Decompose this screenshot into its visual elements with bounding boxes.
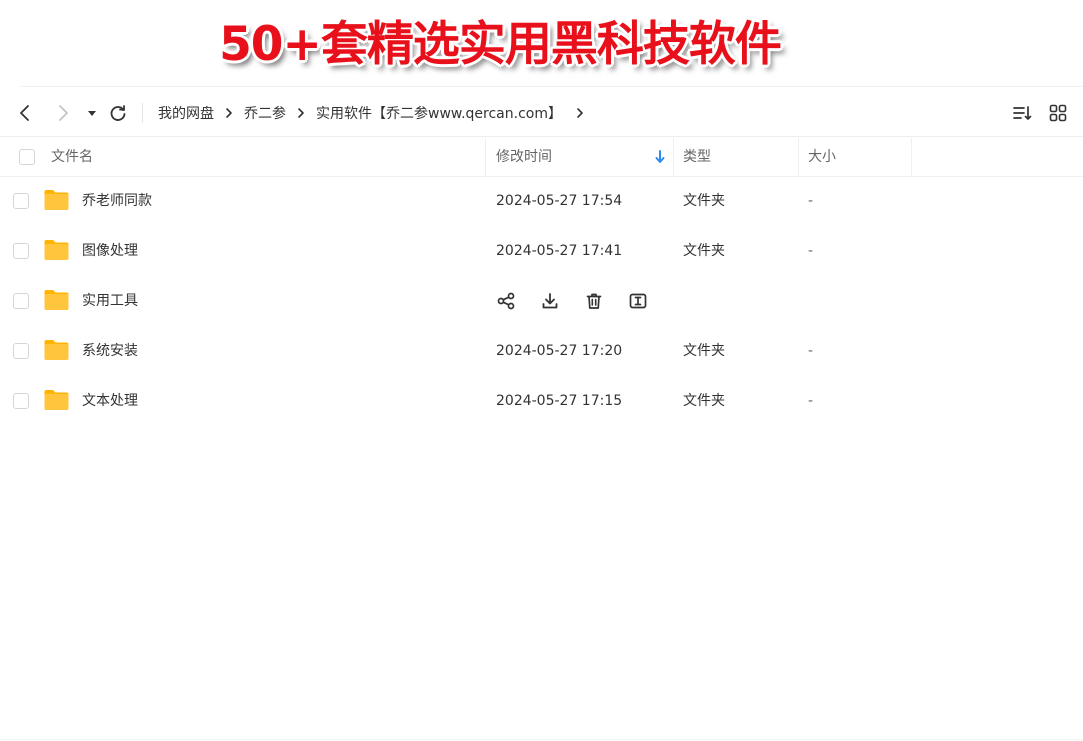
chevron-left-icon (20, 105, 29, 121)
table-row[interactable]: 乔老师同款 2024-05-27 17:54 文件夹 - (0, 176, 1083, 226)
breadcrumb-item-current-folder[interactable]: 实用软件【乔二参www.qercan.com】 (316, 103, 562, 123)
column-divider (485, 138, 486, 176)
refresh-icon (110, 105, 126, 121)
caret-down-icon (88, 111, 96, 116)
row-actions (496, 291, 648, 311)
select-all-checkbox[interactable] (19, 149, 35, 165)
breadcrumb: 我的网盘 乔二参 实用软件【乔二参www.qercan.com】 (158, 90, 595, 136)
history-dropdown-button[interactable] (84, 102, 100, 124)
file-name[interactable]: 实用工具 (82, 276, 138, 326)
table-row[interactable]: 系统安装 2024-05-27 17:20 文件夹 - (0, 326, 1083, 376)
table-row[interactable]: 实用工具 (0, 276, 1083, 326)
column-divider (673, 138, 674, 176)
sort-button[interactable] (1011, 102, 1033, 124)
file-name[interactable]: 系统安装 (82, 326, 138, 376)
chevron-right-icon (223, 106, 235, 120)
top-divider (20, 86, 1083, 87)
folder-icon (43, 388, 70, 412)
grid-view-button[interactable] (1047, 102, 1069, 124)
folder-icon (43, 338, 70, 362)
column-header-name[interactable]: 文件名 (51, 138, 93, 176)
folder-icon (43, 238, 70, 262)
chevron-right-icon (295, 106, 307, 120)
breadcrumb-item-user[interactable]: 乔二参 (244, 103, 286, 123)
folder-icon (43, 188, 70, 212)
file-type: 文件夹 (683, 193, 725, 209)
share-icon (496, 292, 516, 315)
back-button[interactable] (14, 102, 36, 124)
file-type: 文件夹 (683, 393, 725, 409)
column-header-size[interactable]: 大小 (808, 138, 836, 176)
table-header: 文件名 修改时间 类型 大小 (0, 138, 1083, 177)
breadcrumb-item-my-drive[interactable]: 我的网盘 (158, 103, 214, 123)
table-row[interactable]: 图像处理 2024-05-27 17:41 文件夹 - (0, 226, 1083, 276)
delete-icon (584, 293, 604, 315)
file-name[interactable]: 乔老师同款 (82, 176, 152, 226)
view-options (1011, 102, 1069, 124)
column-divider (798, 138, 799, 176)
modified-time: 2024-05-27 17:20 (496, 343, 623, 359)
download-icon (540, 293, 560, 315)
download-button[interactable] (540, 291, 560, 311)
row-checkbox[interactable] (13, 393, 29, 409)
row-checkbox[interactable] (13, 243, 29, 259)
row-checkbox[interactable] (13, 193, 29, 209)
table-row[interactable]: 文本处理 2024-05-27 17:15 文件夹 - (0, 376, 1083, 426)
row-checkbox[interactable] (13, 293, 29, 309)
file-name[interactable]: 文本处理 (82, 376, 138, 426)
file-type: 文件夹 (683, 343, 725, 359)
chevron-right-icon (59, 105, 68, 121)
refresh-button[interactable] (107, 102, 129, 124)
chevron-right-icon[interactable] (574, 106, 586, 120)
file-size: - (808, 343, 814, 359)
sort-list-icon (1013, 106, 1032, 120)
modified-time: 2024-05-27 17:15 (496, 393, 623, 409)
row-checkbox[interactable] (13, 343, 29, 359)
column-header-type[interactable]: 类型 (683, 138, 711, 176)
forward-button[interactable] (52, 102, 74, 124)
delete-button[interactable] (584, 291, 604, 311)
promo-banner-title: 50+套精选实用黑科技软件 (219, 17, 782, 72)
bottom-divider (0, 739, 1083, 740)
file-size: - (808, 393, 814, 409)
column-header-modified[interactable]: 修改时间 (496, 138, 552, 176)
down-arrow-icon[interactable] (654, 149, 666, 165)
rename-icon (628, 293, 648, 315)
file-size: - (808, 193, 814, 209)
file-name[interactable]: 图像处理 (82, 226, 138, 276)
file-size: - (808, 243, 814, 259)
rename-button[interactable] (628, 291, 648, 311)
file-type: 文件夹 (683, 243, 725, 259)
column-divider (911, 138, 912, 176)
toolbar-divider (142, 103, 143, 123)
modified-time: 2024-05-27 17:54 (496, 193, 623, 209)
folder-icon (43, 288, 70, 312)
grid-view-icon (1049, 104, 1067, 122)
share-button[interactable] (496, 291, 516, 311)
navigation-toolbar: 我的网盘 乔二参 实用软件【乔二参www.qercan.com】 (0, 90, 1083, 137)
modified-time: 2024-05-27 17:41 (496, 243, 623, 259)
